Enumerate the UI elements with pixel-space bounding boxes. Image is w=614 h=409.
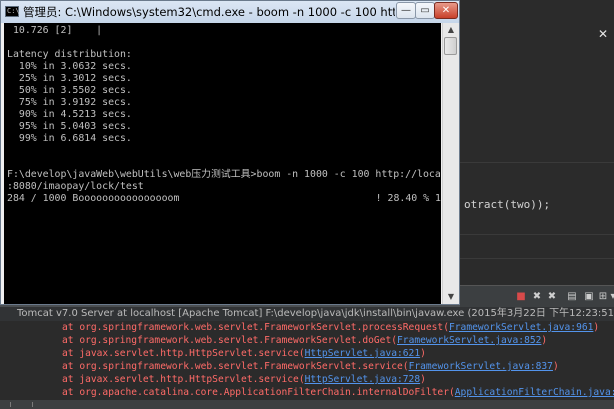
stack-trace-line: at javax.servlet.http.HttpServlet.servic…: [0, 373, 426, 386]
cmd-output-line: 284 / 1000 Boooooooooooooooom ! 28.40 % …: [7, 193, 441, 204]
stack-trace-line: at org.springframework.web.servlet.Frame…: [0, 360, 559, 373]
stack-trace-suffix: ): [552, 361, 559, 372]
stack-trace-text: at javax.servlet.http.HttpServlet.servic…: [62, 374, 305, 385]
cmd-output-line: F:\develop\javaWeb\webUtils\web压力测试工具>bo…: [7, 169, 441, 180]
open-console-icon[interactable]: ▾: [607, 291, 614, 303]
stop-icon[interactable]: ■: [515, 291, 527, 303]
stack-trace-text: at org.springframework.web.servlet.Frame…: [62, 322, 449, 333]
stack-trace-suffix: ): [593, 322, 600, 333]
cmd-output-line: 90% in 4.5213 secs.: [7, 109, 132, 120]
console-horizontal-scrollbar[interactable]: [0, 400, 614, 409]
scroll-down-arrow-icon[interactable]: ▼: [444, 290, 458, 304]
maximize-button[interactable]: ▭: [415, 2, 435, 19]
cmd-output-line: 99% in 6.6814 secs.: [7, 133, 132, 144]
cmd-vertical-scrollbar[interactable]: ▲ ▼: [442, 23, 459, 304]
console-title: Tomcat v7.0 Server at localhost [Apache …: [17, 308, 614, 319]
stack-trace-suffix: ): [541, 335, 548, 346]
cmd-window[interactable]: C:\ 管理员: C:\Windows\system32\cmd.exe - b…: [0, 0, 460, 305]
pin-console-icon[interactable]: ▣: [583, 291, 595, 303]
cmd-output-line: Latency distribution:: [7, 49, 132, 60]
cmd-window-title: 管理员: C:\Windows\system32\cmd.exe - boom …: [23, 5, 395, 19]
source-link[interactable]: HttpServlet.java:728: [305, 374, 421, 385]
scroll-tick: [10, 402, 11, 407]
close-button[interactable]: ✕: [434, 2, 458, 19]
code-editor[interactable]: otract(two));: [460, 22, 614, 282]
source-link[interactable]: FrameworkServlet.java:852: [397, 335, 541, 346]
scroll-thumb[interactable]: [444, 37, 457, 55]
source-link[interactable]: FrameworkServlet.java:837: [409, 361, 553, 372]
editor-tab-close-icon[interactable]: ✕: [598, 27, 608, 41]
source-link[interactable]: HttpServlet.java:621: [305, 348, 421, 359]
cmd-output-line: 95% in 5.0403 secs.: [7, 121, 132, 132]
console-title-bar: Tomcat v7.0 Server at localhost [Apache …: [0, 307, 614, 321]
stack-trace-line: at org.springframework.web.servlet.Frame…: [0, 321, 599, 334]
stack-trace-text: at org.springframework.web.servlet.Frame…: [62, 361, 409, 372]
stack-trace-line: at org.apache.catalina.core.ApplicationF…: [0, 386, 614, 399]
cmd-output-line: 25% in 3.3012 secs.: [7, 73, 132, 84]
stack-trace-line: at javax.servlet.http.HttpServlet.servic…: [0, 347, 426, 360]
cmd-title-bar[interactable]: C:\ 管理员: C:\Windows\system32\cmd.exe - b…: [1, 1, 459, 23]
editor-separator: [460, 234, 614, 235]
editor-separator: [460, 258, 614, 259]
remove-all-icon[interactable]: ✖: [546, 291, 558, 303]
stack-trace-text: at org.springframework.web.servlet.Frame…: [62, 335, 398, 346]
scroll-up-arrow-icon[interactable]: ▲: [444, 23, 458, 37]
cmd-console-output[interactable]: 10.726 [2] | Latency distribution: 10% in…: [4, 23, 441, 304]
remove-launch-icon[interactable]: ✖: [531, 291, 543, 303]
console-output[interactable]: at org.springframework.web.servlet.Frame…: [0, 321, 614, 399]
code-fragment: otract(two));: [464, 198, 551, 211]
source-link[interactable]: FrameworkServlet.java:961: [449, 322, 593, 333]
stack-trace-suffix: ): [420, 374, 426, 385]
source-link[interactable]: ApplicationFilterChain.java:305: [455, 387, 614, 398]
cmd-app-icon[interactable]: C:\: [5, 6, 20, 17]
cmd-output-line: 75% in 3.9192 secs.: [7, 97, 132, 108]
minimize-button[interactable]: —: [396, 2, 416, 19]
scroll-lock-icon[interactable]: ▤: [566, 291, 578, 303]
stack-trace-line: at org.springframework.web.servlet.Frame…: [0, 334, 547, 347]
stack-trace-text: at javax.servlet.http.HttpServlet.servic…: [62, 348, 305, 359]
scroll-tick: [32, 402, 33, 407]
stack-trace-suffix: ): [420, 348, 426, 359]
cmd-output-line: :8080/imaopay/lock/test: [7, 181, 144, 192]
stack-trace-text: at org.apache.catalina.core.ApplicationF…: [62, 387, 455, 398]
cmd-output-line: 10% in 3.0632 secs.: [7, 61, 132, 72]
cmd-output-line: 10.726 [2] |: [7, 25, 103, 36]
editor-separator: [460, 162, 614, 163]
cmd-output-line: 50% in 3.5502 secs.: [7, 85, 132, 96]
